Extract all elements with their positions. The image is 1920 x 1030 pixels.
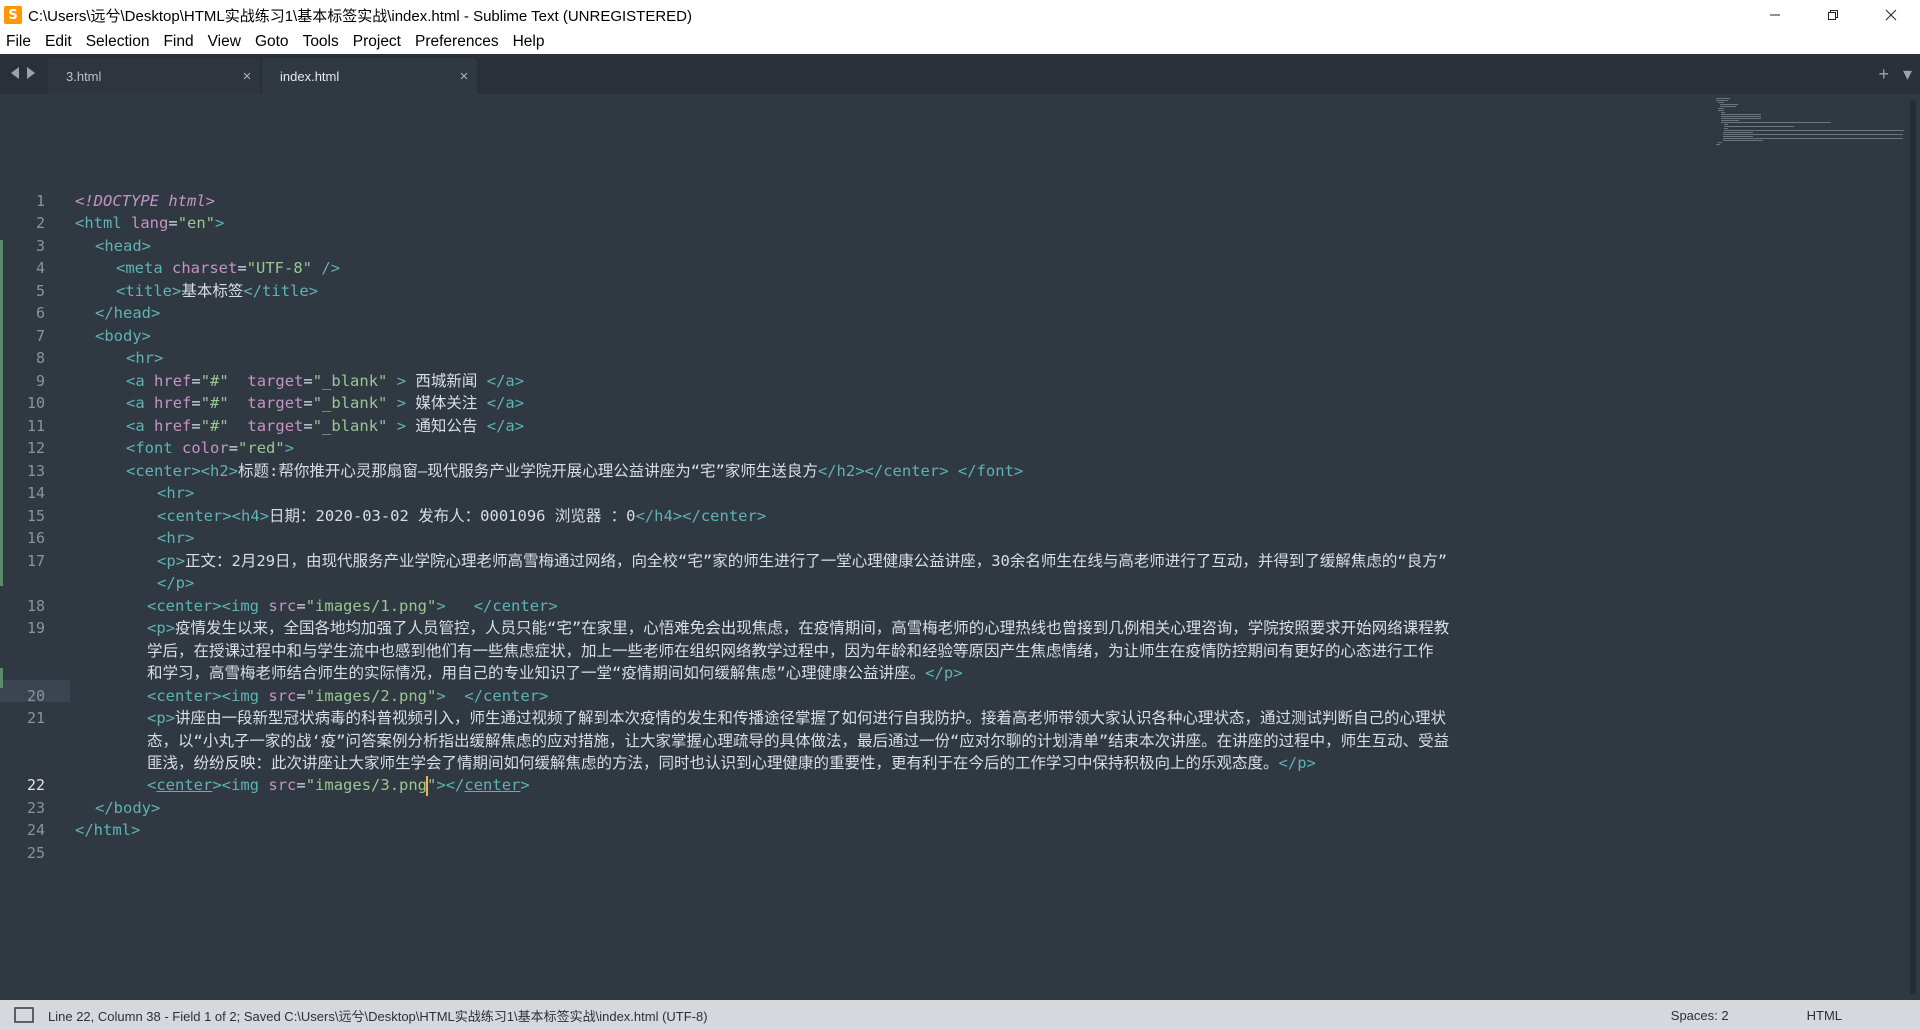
code-line: <center><img src="images/1.png"> </cente… [147, 597, 558, 615]
code-line: <p>疫情发生以来，全国各地均加强了人员管控，人员只能“宅”在家里，心悟难免会出… [147, 619, 1450, 637]
window-controls [1746, 0, 1920, 30]
status-message: Line 22, Column 38 - Field 1 of 2; Saved… [48, 1008, 708, 1024]
line-number: 23 [26, 799, 45, 817]
menu-find[interactable]: Find [157, 33, 199, 51]
line-number: 21 [26, 709, 45, 727]
line-number: 6 [35, 304, 45, 322]
tab-close-icon[interactable]: × [451, 68, 477, 85]
new-tab-icon[interactable]: + [1878, 64, 1889, 85]
line-number: 2 [35, 214, 45, 232]
code-line-wrap: 和学习，高雪梅老师结合师生的实际情况，用自己的专业知识了一堂“疫情期间如何缓解焦… [147, 664, 963, 682]
restore-icon [1828, 10, 1838, 20]
menu-view[interactable]: View [202, 33, 247, 51]
tab-label: index.html [280, 68, 340, 84]
code-line-current: <center><img src="images/3.png"></center… [147, 775, 530, 796]
code-line: <hr> [126, 349, 164, 367]
code-line: <!DOCTYPE html> [75, 192, 215, 210]
minimize-icon [1770, 14, 1780, 16]
menu-preferences[interactable]: Preferences [409, 33, 505, 51]
line-number: 1 [35, 192, 45, 210]
tab-label: 3.html [66, 68, 102, 84]
status-right: Spaces: 2 HTML [1671, 1000, 1920, 1030]
code-line: <center><h4>日期：2020-03-02 发布人：0001096 浏览… [157, 507, 767, 525]
code-line: <html lang="en"> [75, 214, 225, 232]
line-number: 16 [26, 529, 45, 547]
line-number-current: 22 [26, 776, 45, 794]
line-number: 19 [26, 619, 45, 637]
code-line: <a href="#" target="_blank" > 通知公告 </a> [126, 417, 525, 435]
status-bar: Line 22, Column 38 - Field 1 of 2; Saved… [0, 1000, 1920, 1030]
code-line: <a href="#" target="_blank" > 媒体关注 </a> [126, 394, 525, 412]
close-icon [1885, 9, 1897, 21]
menu-help[interactable]: Help [507, 33, 551, 51]
line-number: 8 [35, 349, 45, 367]
window-title: C:\Users\远兮\Desktop\HTML实战练习1\基本标签实战\ind… [28, 7, 693, 25]
line-gutter: 1 2 3 4 5 6 7 8 9 10 11 12 13 14 15 16 1… [0, 94, 72, 1000]
line-number: 25 [26, 844, 45, 862]
menu-tools[interactable]: Tools [297, 33, 345, 51]
line-number: 7 [35, 327, 45, 345]
title-bar: S C:\Users\远兮\Desktop\HTML实战练习1\基本标签实战\i… [0, 0, 1920, 30]
menu-goto[interactable]: Goto [249, 33, 295, 51]
tab-bar: 3.html × index.html × + ▾ [0, 54, 1920, 94]
minimize-button[interactable] [1746, 0, 1804, 30]
code-line: <hr> [157, 529, 195, 547]
line-number: 11 [26, 417, 45, 435]
code-line: <title>基本标签</title> [116, 282, 319, 300]
line-number: 5 [35, 282, 45, 300]
line-number: 12 [26, 439, 45, 457]
menu-file[interactable]: File [0, 33, 37, 51]
tab-dropdown-icon[interactable]: ▾ [1903, 64, 1912, 85]
code-line-wrap: </p> [157, 574, 195, 592]
menu-edit[interactable]: Edit [39, 33, 78, 51]
line-number: 14 [26, 484, 45, 502]
menu-selection[interactable]: Selection [80, 33, 156, 51]
code-line: </head> [95, 304, 161, 322]
code-line: <a href="#" target="_blank" > 西城新闻 </a> [126, 372, 525, 390]
tab-left-arrow-icon[interactable] [10, 66, 20, 80]
line-number: 9 [35, 372, 45, 390]
vertical-scrollbar[interactable] [1910, 100, 1916, 995]
line-number: 13 [26, 462, 45, 480]
code-line: <p>正文：2月29日，由现代服务产业学院心理老师高雪梅通过网络，向全校“宅”家… [157, 552, 1448, 570]
code-line: </body> [95, 799, 161, 817]
code-line: <hr> [157, 484, 195, 502]
menu-bar: File Edit Selection Find View Goto Tools… [0, 30, 1920, 54]
code-line: <center><img src="images/2.png"> </cente… [147, 687, 549, 705]
tab-nav [10, 66, 36, 80]
code-line: <font color="red"> [126, 439, 295, 457]
menu-project[interactable]: Project [347, 33, 407, 51]
code-line: <head> [95, 237, 152, 255]
line-number: 20 [26, 687, 45, 705]
code-line: <p>讲座由一段新型冠状病毒的科普视频引入，师生通过视频了解到本次疫情的发生和传… [147, 709, 1447, 727]
line-number: 10 [26, 394, 45, 412]
code-line: <meta charset="UTF-8" /> [116, 259, 341, 277]
line-number: 17 [26, 552, 45, 570]
minimap[interactable] [1716, 94, 1906, 174]
line-number: 18 [26, 597, 45, 615]
code-line-wrap: 匪浅，纷纷反映：此次讲座让大家师生学会了情期间如何缓解焦虑的方法，同时也认识到心… [147, 754, 1316, 772]
tab-index-html[interactable]: index.html × [262, 58, 477, 94]
code-line: <body> [95, 327, 152, 345]
sublime-logo-icon: S [4, 6, 22, 24]
tab-close-icon[interactable]: × [234, 68, 260, 85]
tab-right-arrow-icon[interactable] [26, 66, 36, 80]
editor-area[interactable]: 1 2 3 4 5 6 7 8 9 10 11 12 13 14 15 16 1… [0, 94, 1920, 1000]
code-line-wrap: 学后，在授课过程中和与学生流中也感到他们有一些焦虑症状，加上一些老师在组织网络教… [147, 642, 1434, 660]
code-line: </html> [75, 821, 141, 839]
tab-bar-controls: + ▾ [1878, 64, 1912, 85]
code-line: <center><h2>标题:帮你推开心灵那扇窗—现代服务产业学院开展心理公益讲… [126, 462, 1024, 480]
panel-toggle-icon[interactable] [14, 1007, 34, 1023]
restore-button[interactable] [1804, 0, 1862, 30]
syntax-mode[interactable]: HTML [1807, 1008, 1842, 1023]
line-number: 15 [26, 507, 45, 525]
line-number: 4 [35, 259, 45, 277]
code-line-wrap: 态，以“小丸子一家的战‘疫”问答案例分析指出缓解焦虑的应对措施，让大家掌握心理疏… [147, 732, 1450, 750]
line-number: 3 [35, 237, 45, 255]
line-number: 24 [26, 821, 45, 839]
indentation-setting[interactable]: Spaces: 2 [1671, 1008, 1729, 1023]
tab-3-html[interactable]: 3.html × [48, 58, 260, 94]
close-button[interactable] [1862, 0, 1920, 30]
